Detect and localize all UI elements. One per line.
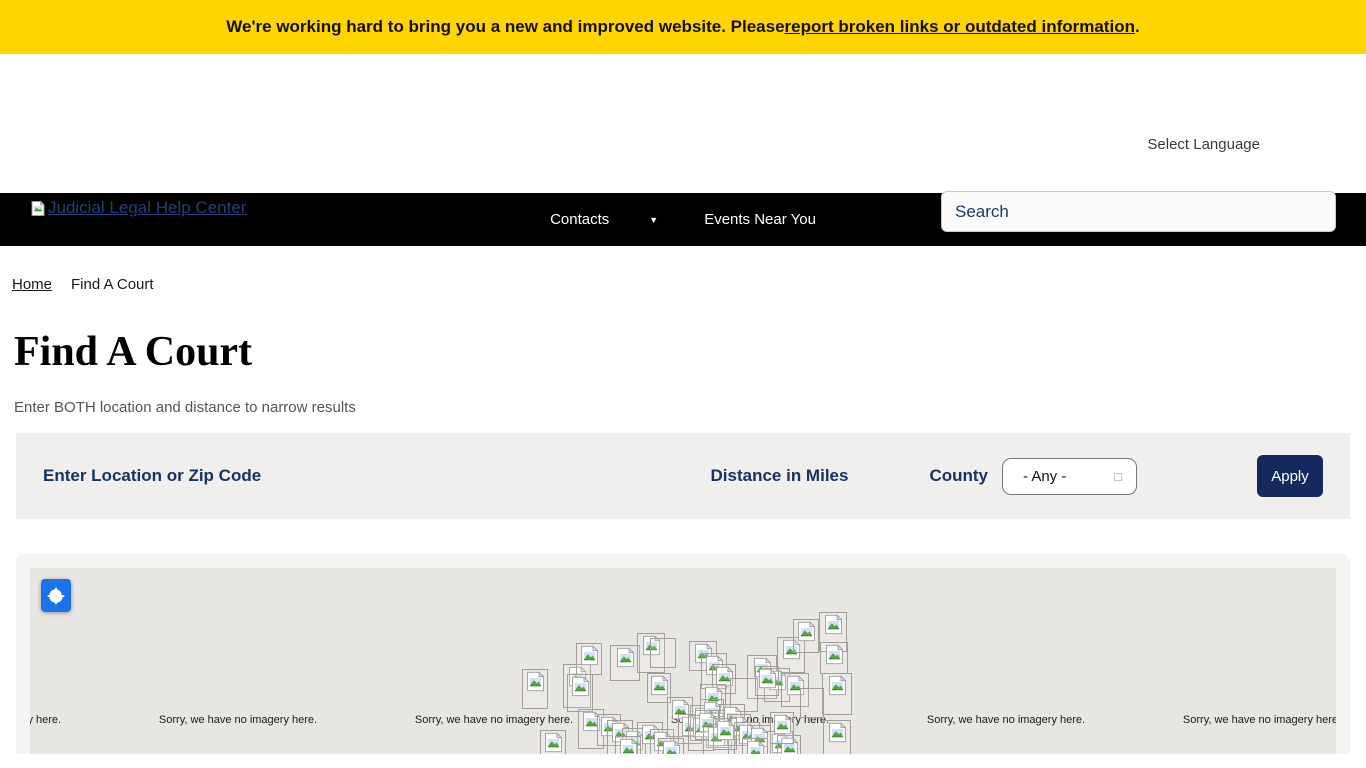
map-marker[interactable] bbox=[658, 738, 684, 754]
broken-image-icon bbox=[570, 676, 591, 697]
dropdown-glyph-icon: □ bbox=[1114, 469, 1122, 484]
map-marker[interactable] bbox=[793, 619, 819, 653]
county-select[interactable]: - Any - □ bbox=[1002, 458, 1137, 495]
no-imagery-label: Sorry, we have no imagery here. bbox=[415, 714, 573, 726]
no-imagery-label: Sorry, we have no imagery here. bbox=[927, 714, 1085, 726]
broken-image-icon bbox=[745, 740, 766, 754]
map-marker[interactable] bbox=[567, 674, 593, 712]
broken-image-icon bbox=[543, 732, 564, 753]
map-marker[interactable] bbox=[615, 736, 641, 754]
broken-image-icon bbox=[715, 720, 736, 741]
nav-item-label: Contacts bbox=[550, 211, 609, 228]
broken-image-icon bbox=[618, 738, 639, 754]
nav-item-contacts[interactable]: Contacts ▼ bbox=[550, 211, 658, 228]
map-wrapper: Sorry, we have no imagery here. Sorry, we… bbox=[16, 554, 1350, 754]
broken-image-icon bbox=[579, 645, 600, 666]
banner-text-period: . bbox=[1135, 17, 1140, 37]
no-imagery-label: Sorry, we have no imagery here. bbox=[1183, 714, 1336, 726]
broken-image-icon bbox=[525, 671, 546, 692]
distance-label: Distance in Miles bbox=[711, 466, 849, 486]
site-logo-link[interactable]: Judicial Legal Help Center bbox=[30, 198, 246, 218]
no-imagery-label: Sorry, we have no imagery here. bbox=[159, 714, 317, 726]
crosshair-locate-icon bbox=[46, 586, 66, 606]
map-marker[interactable] bbox=[576, 643, 602, 675]
map-marker[interactable] bbox=[822, 673, 852, 715]
no-imagery-label: Sorry, we have no imagery here. bbox=[30, 714, 61, 726]
announcement-banner: We're working hard to bring you a new an… bbox=[0, 0, 1366, 54]
breadcrumb-home-link[interactable]: Home bbox=[12, 276, 52, 293]
map-marker[interactable] bbox=[522, 669, 548, 709]
broken-image-icon bbox=[824, 644, 845, 665]
broken-image-icon bbox=[661, 740, 682, 754]
broken-image-icon bbox=[30, 200, 46, 217]
map-marker[interactable] bbox=[823, 720, 851, 754]
county-label: County bbox=[929, 466, 988, 486]
court-filter-bar: Enter Location or Zip Code Distance in M… bbox=[16, 433, 1350, 519]
broken-image-icon bbox=[827, 675, 848, 696]
search-input[interactable] bbox=[941, 191, 1336, 232]
map-marker[interactable] bbox=[713, 718, 737, 750]
site-logo-text: Judicial Legal Help Center bbox=[48, 198, 246, 218]
map-marker[interactable] bbox=[742, 738, 768, 754]
broken-image-icon bbox=[772, 714, 793, 735]
chevron-down-icon[interactable]: ▼ bbox=[649, 215, 658, 225]
map-marker[interactable] bbox=[610, 645, 640, 681]
language-selector[interactable]: Select Language bbox=[1147, 136, 1260, 153]
map-marker[interactable] bbox=[770, 712, 794, 744]
map-marker[interactable] bbox=[800, 688, 824, 718]
broken-image-icon bbox=[615, 647, 636, 668]
report-broken-links-link[interactable]: report broken links or outdated informat… bbox=[785, 17, 1135, 37]
apply-button[interactable]: Apply bbox=[1257, 455, 1323, 497]
breadcrumb: Home Find A Court bbox=[0, 246, 1366, 293]
map-marker[interactable] bbox=[540, 730, 566, 754]
broken-image-icon bbox=[796, 621, 817, 642]
my-location-button[interactable] bbox=[41, 579, 71, 612]
map-marker[interactable] bbox=[820, 642, 848, 674]
map-marker[interactable] bbox=[650, 638, 676, 668]
nav-item-events-near-you[interactable]: Events Near You bbox=[704, 211, 816, 228]
breadcrumb-current: Find A Court bbox=[71, 276, 154, 293]
broken-image-icon bbox=[823, 614, 844, 635]
broken-image-icon bbox=[649, 675, 670, 696]
location-label: Enter Location or Zip Code bbox=[43, 466, 711, 486]
county-select-value: - Any - bbox=[1023, 468, 1066, 485]
map-marker[interactable] bbox=[755, 666, 779, 696]
broken-image-icon bbox=[757, 668, 778, 689]
page-subtitle: Enter BOTH location and distance to narr… bbox=[14, 399, 1366, 416]
site-header: Select Language Judicial Legal Help Cent… bbox=[0, 54, 1366, 193]
nav-item-label: Events Near You bbox=[704, 211, 816, 228]
broken-image-icon bbox=[827, 722, 848, 743]
page-title: Find A Court bbox=[14, 331, 1366, 373]
banner-text: We're working hard to bring you a new an… bbox=[226, 17, 784, 37]
map-canvas[interactable]: Sorry, we have no imagery here. Sorry, we… bbox=[30, 568, 1336, 754]
